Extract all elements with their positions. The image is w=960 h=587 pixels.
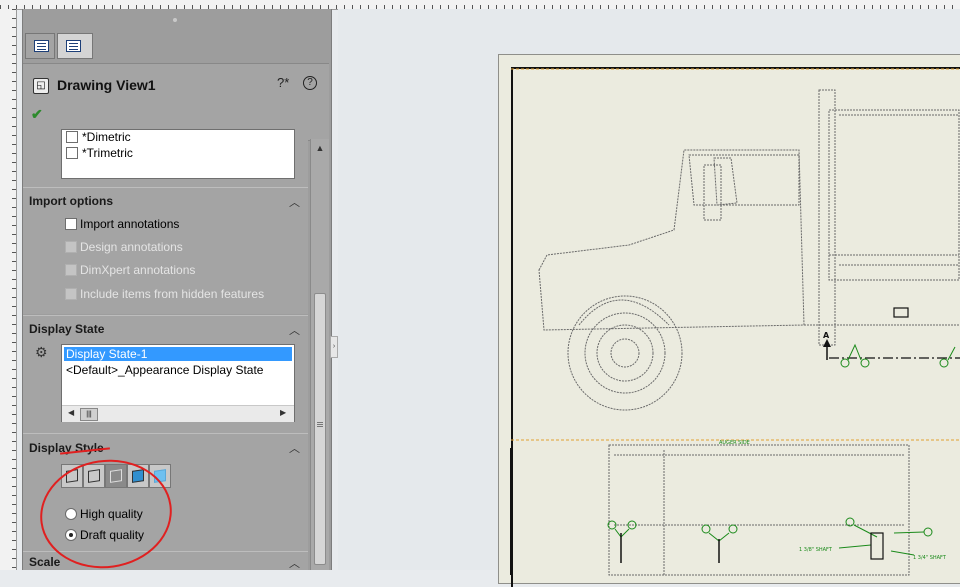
orientation-listbox[interactable]: *Dimetric *Trimetric xyxy=(61,129,295,179)
vertical-ruler xyxy=(0,9,17,570)
import-option-label: Import annotations xyxy=(80,217,180,231)
drawing-canvas[interactable]: A AUGER SIDE 1 3/8" SHAFT 1 3/4" SHAFT xyxy=(338,9,960,587)
shaft-callout-right: 1 3/4" SHAFT xyxy=(913,555,947,561)
scroll-left-icon[interactable]: ◀ xyxy=(68,408,74,417)
drawing-sheet[interactable]: A AUGER SIDE 1 3/8" SHAFT 1 3/4" SHAFT xyxy=(498,54,960,587)
checkbox-design-annotations xyxy=(65,241,77,253)
ok-checkmark-icon[interactable]: ✔ xyxy=(31,106,43,123)
collapse-chevron-icon[interactable]: ︿ xyxy=(289,194,300,210)
panel-splitter-handle[interactable]: › xyxy=(330,336,338,358)
question-icon[interactable]: ? xyxy=(303,76,317,90)
display-state-item-label: Display State-1 xyxy=(66,347,148,361)
display-state-icon: ⚙ xyxy=(35,344,48,360)
section-title: Display State xyxy=(29,322,105,336)
checkbox-hidden-features xyxy=(65,288,77,300)
collapse-chevron-icon[interactable]: ︿ xyxy=(289,555,300,571)
collapse-chevron-icon[interactable]: ︿ xyxy=(289,322,300,338)
orientation-item-label: *Dimetric xyxy=(82,130,131,144)
display-state-item-label: <Default>_Appearance Display State xyxy=(66,363,264,377)
orientation-item-label: *Trimetric xyxy=(82,146,133,160)
section-title: Import options xyxy=(29,194,113,208)
feature-tree-icon xyxy=(66,40,81,52)
scroll-thumb[interactable] xyxy=(314,293,326,565)
page-title: Drawing View1 xyxy=(57,77,156,93)
drawing-view-icon: ◱ xyxy=(33,78,49,94)
scroll-thumb[interactable]: ||| xyxy=(80,408,98,421)
shaft-callout-left: 1 3/8" SHAFT xyxy=(799,547,833,553)
panel-scrollbar[interactable]: ▲ xyxy=(310,139,329,570)
orientation-section: *Dimetric *Trimetric xyxy=(23,129,308,187)
list-item[interactable]: <Default>_Appearance Display State xyxy=(64,363,292,377)
tab-feature-tree[interactable] xyxy=(57,33,93,59)
checkbox-dimxpert-annotations xyxy=(65,264,77,276)
display-state-section: Display State ︿ ⚙ Display State-1 <Defau… xyxy=(23,316,308,433)
section-title: Scale xyxy=(29,555,61,569)
import-options-section: Import options ︿ Import annotations Desi… xyxy=(23,188,308,314)
checkbox-import-annotations[interactable] xyxy=(65,218,77,230)
section-marker-label: A xyxy=(823,331,830,340)
import-option-label: Design annotations xyxy=(80,240,183,254)
scroll-up-icon[interactable]: ▲ xyxy=(311,139,329,157)
view-label: AUGER SIDE xyxy=(719,440,750,446)
truck-drawing: A AUGER SIDE 1 3/8" SHAFT 1 3/4" SHAFT xyxy=(510,68,960,576)
import-option-label: DimXpert annotations xyxy=(80,263,196,277)
horizontal-scrollbar[interactable]: ◀ ||| ▶ xyxy=(62,405,294,422)
display-state-listbox[interactable]: Display State-1 <Default>_Appearance Dis… xyxy=(61,344,295,422)
property-manager-icon xyxy=(34,40,49,52)
import-option-label: Include items from hidden features xyxy=(80,287,265,301)
list-item-selected[interactable]: Display State-1 xyxy=(64,347,292,361)
checkbox-dimetric[interactable] xyxy=(66,131,78,143)
panel-grip-handle[interactable] xyxy=(23,9,331,31)
tab-property-manager[interactable] xyxy=(25,33,55,59)
scroll-right-icon[interactable]: ▶ xyxy=(280,408,286,417)
help-icon[interactable]: ?* xyxy=(277,75,289,90)
checkbox-trimetric[interactable] xyxy=(66,147,78,159)
collapse-chevron-icon[interactable]: ︿ xyxy=(289,440,300,456)
